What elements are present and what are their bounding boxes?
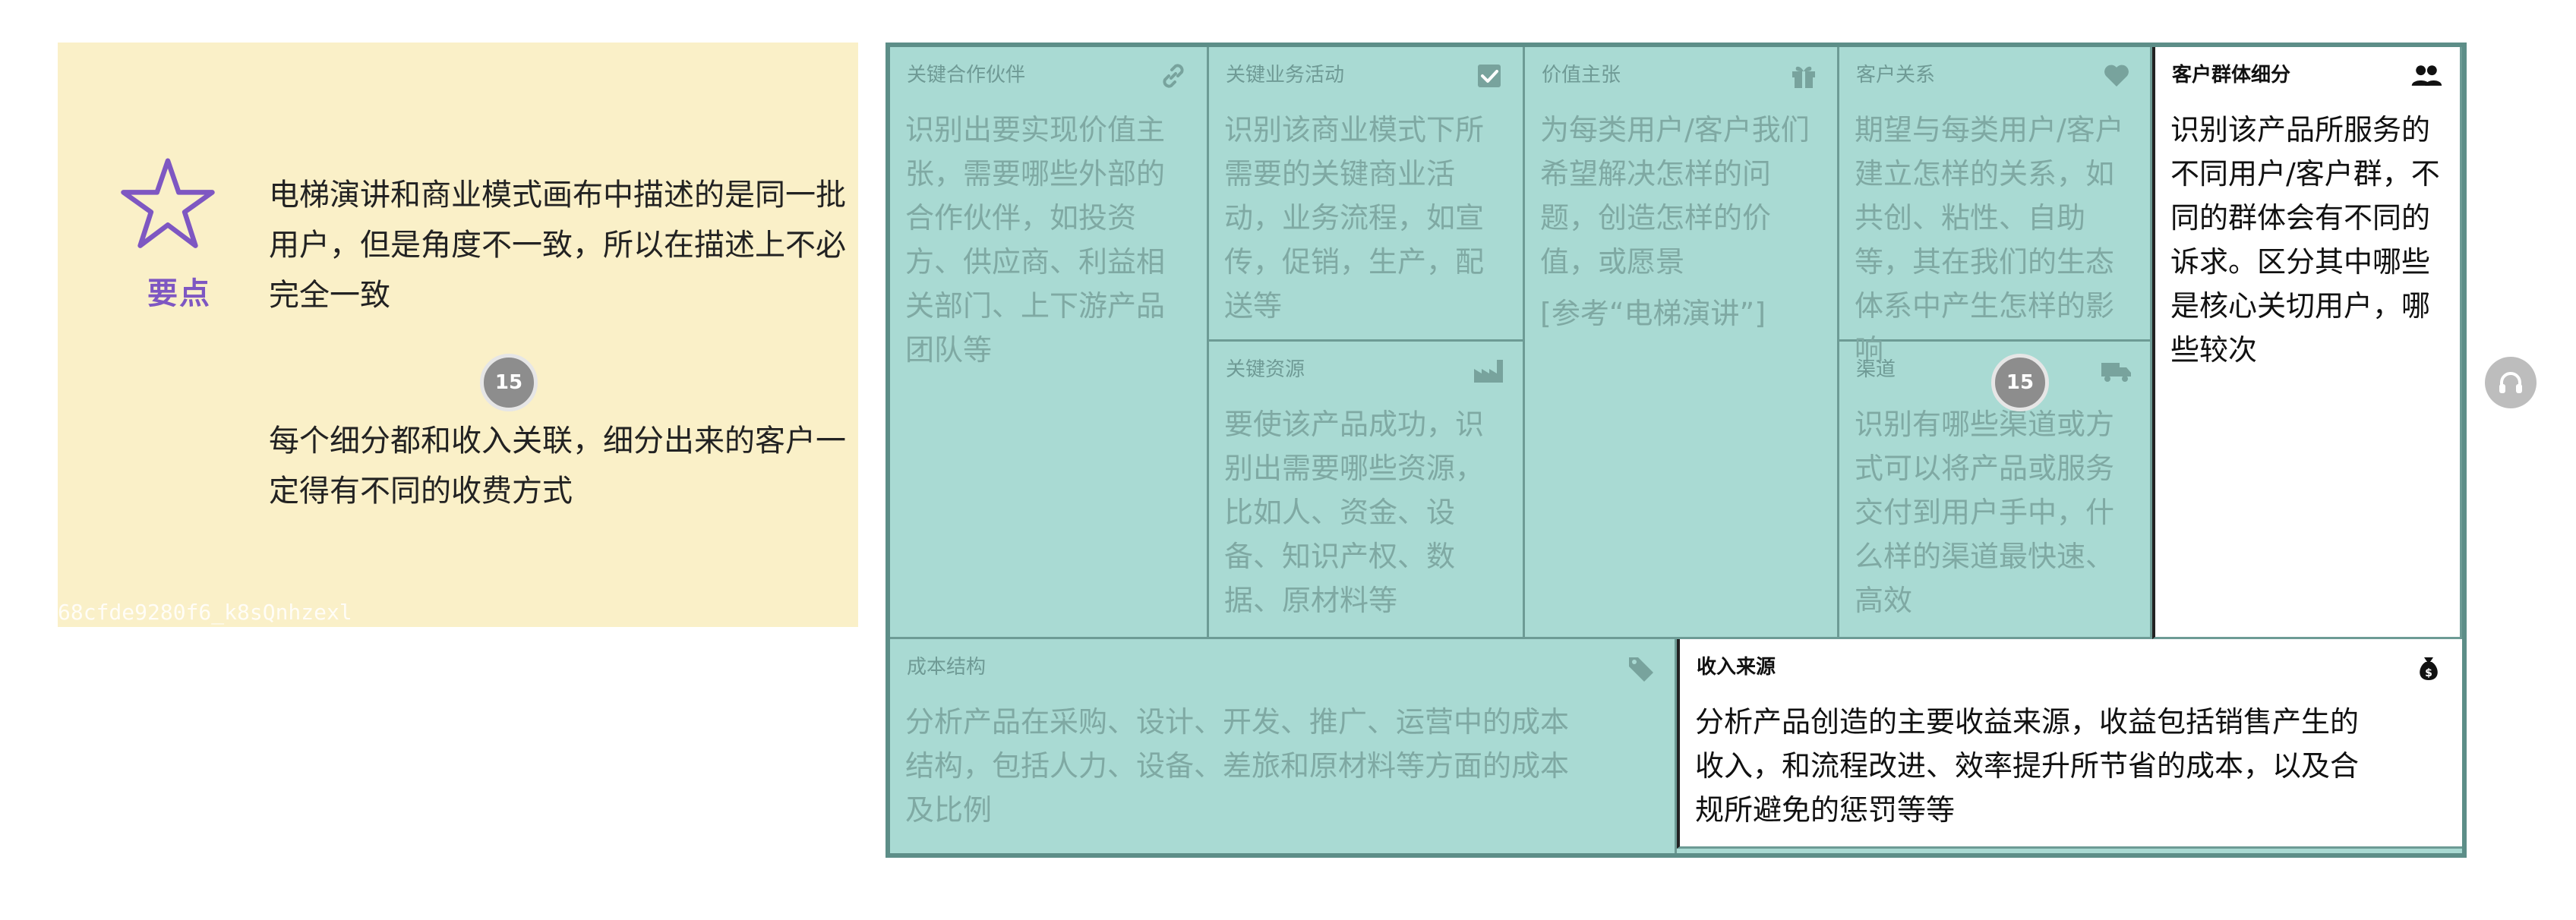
note-paragraph-2: 每个细分都和收入关联，细分出来的客户一定得有不同的收费方式 bbox=[269, 424, 846, 509]
customer-relationships-body: 期望与每类用户/客户建立怎样的关系，如共创、粘性、自助等，其在我们的生态体系中产… bbox=[1855, 113, 2124, 367]
cell-customer-segments: 客户群体细分 识别该产品所服务的不同用户/客户群，不同的群体会有不同的诉求。区分… bbox=[2152, 47, 2462, 639]
key-activities-body: 识别该商业模式下所需要的关键商业活动，业务流程，如宣传，促销，生产，配送等 bbox=[1224, 113, 1485, 323]
replay-seconds: 15 bbox=[494, 371, 523, 394]
checkbox-icon bbox=[1478, 65, 1501, 87]
headset-button[interactable] bbox=[2485, 357, 2537, 408]
key-partners-title: 关键合作伙伴 bbox=[907, 64, 1026, 87]
star-icon bbox=[121, 158, 215, 248]
cost-structure-title: 成本结构 bbox=[907, 656, 987, 679]
channels-body: 识别有哪些渠道或方式可以将产品或服务交付到用户手中，什么样的渠道最快速、高效 bbox=[1855, 408, 2115, 617]
key-resources-title: 关键资源 bbox=[1226, 358, 1305, 381]
cell-cost-structure: 成本结构 分析产品在采购、设计、开发、推广、运营中的成本结构，包括人力、设备、差… bbox=[890, 639, 1677, 853]
customer-segments-title: 客户群体细分 bbox=[2172, 64, 2291, 87]
value-propositions-body: 为每类用户/客户我们希望解决怎样的问题，创造怎样的价值，或愿景 bbox=[1540, 113, 1810, 279]
gift-icon bbox=[1792, 66, 1815, 88]
id-watermark: 68cfde9280f6_k8sQnhzexl bbox=[58, 600, 352, 625]
note-paragraph-1: 电梯演讲和商业模式画布中描述的是同一批用户，但是角度不一致，所以在描述上不必完全… bbox=[269, 178, 846, 313]
key-points-note: 要点 电梯演讲和商业模式画布中描述的是同一批用户，但是角度不一致，所以在描述上不… bbox=[58, 43, 858, 627]
key-resources-body: 要使该产品成功，识别出需要哪些资源，比如人、资金、设备、知识产权、数据、原材料等 bbox=[1224, 408, 1485, 617]
revenue-streams-body: 分析产品创造的主要收益来源，收益包括销售产生的收入，和流程改进、效率提升所节省的… bbox=[1695, 705, 2360, 827]
cell-key-activities: 关键业务活动 识别该商业模式下所需要的关键商业活动，业务流程，如宣传，促销，生产… bbox=[1209, 47, 1525, 342]
key-points-label: 要点 bbox=[147, 276, 211, 311]
svg-text:$: $ bbox=[2425, 667, 2432, 679]
value-propositions-title: 价值主张 bbox=[1542, 64, 1621, 87]
replay-15-button[interactable]: 15 bbox=[480, 354, 538, 411]
factory-icon bbox=[1474, 360, 1503, 383]
heart-icon bbox=[2104, 65, 2129, 87]
cell-key-resources: 关键资源 要使该产品成功，识别出需要哪些资源，比如人、资金、设备、知识产权、数据… bbox=[1209, 342, 1525, 639]
cost-structure-body: 分析产品在采购、设计、开发、推广、运营中的成本结构，包括人力、设备、差旅和原材料… bbox=[905, 705, 1570, 827]
tag-icon bbox=[1629, 657, 1653, 682]
delivery-truck-icon bbox=[2101, 363, 2131, 382]
link-icon bbox=[1163, 64, 1184, 88]
cell-customer-relationships: 客户关系 期望与每类用户/客户建立怎样的关系，如共创、粘性、自助等，其在我们的生… bbox=[1839, 47, 2152, 367]
customer-relationships-title: 客户关系 bbox=[1856, 64, 1936, 87]
key-partners-body: 识别出要实现价值主张，需要哪些外部的合作伙伴，如投资方、供应商、利益相关部门、上… bbox=[905, 113, 1166, 367]
business-model-canvas: 关键合作伙伴 识别出要实现价值主张，需要哪些外部的合作伙伴，如投资方、供应商、利… bbox=[886, 43, 2467, 858]
cell-revenue-streams: 收入来源 $ 分析产品创造的主要收益来源，收益包括销售产生的收入，和流程改进、效… bbox=[1677, 639, 2462, 849]
replay-15-button-2[interactable]: 15 bbox=[1991, 354, 2049, 411]
headset-icon bbox=[2499, 372, 2522, 393]
users-icon bbox=[2411, 65, 2442, 86]
customer-segments-body: 识别该产品所服务的不同用户/客户群，不同的群体会有不同的诉求。区分其中哪些是核心… bbox=[2170, 113, 2440, 367]
key-activities-title: 关键业务活动 bbox=[1226, 64, 1345, 87]
value-propositions-body-wrap: 为每类用户/客户我们希望解决怎样的问题，创造怎样的价值，或愿景 [参考“电梯演讲… bbox=[1540, 108, 1823, 336]
channels-title: 渠道 bbox=[1856, 358, 1896, 381]
value-propositions-reference: [参考“电梯演讲”] bbox=[1540, 297, 1766, 330]
replay-seconds-2: 15 bbox=[2006, 371, 2035, 394]
money-bag-icon: $ bbox=[2420, 657, 2438, 680]
cell-key-partners: 关键合作伙伴 识别出要实现价值主张，需要哪些外部的合作伙伴，如投资方、供应商、利… bbox=[890, 47, 1209, 639]
revenue-streams-title: 收入来源 bbox=[1697, 656, 1776, 679]
cell-value-propositions: 价值主张 为每类用户/客户我们希望解决怎样的问题，创造怎样的价值，或愿景 [参考… bbox=[1525, 47, 1839, 639]
